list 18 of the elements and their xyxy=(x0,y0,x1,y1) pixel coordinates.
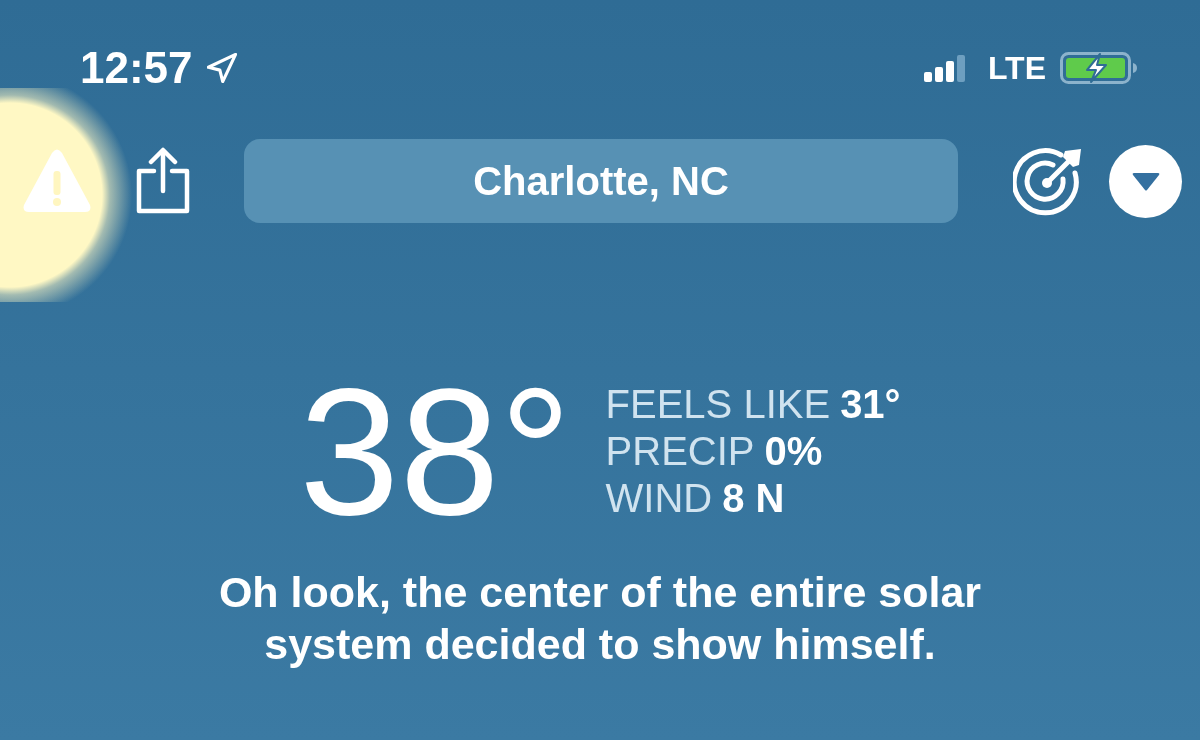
detail-value: 0% xyxy=(764,428,823,475)
battery-icon xyxy=(1060,52,1138,84)
weather-message: Oh look, the center of the entire solar system decided to show himself. xyxy=(217,567,983,670)
share-icon xyxy=(135,147,191,215)
location-button[interactable]: Charlotte, NC xyxy=(244,139,958,223)
detail-label: WIND xyxy=(605,475,713,522)
detail-value: 8 N xyxy=(722,475,785,522)
share-button[interactable] xyxy=(135,147,191,215)
detail-value: 31° xyxy=(840,381,901,428)
location-arrow-icon xyxy=(206,53,237,83)
status-time: 12:57 xyxy=(80,46,193,90)
temperature: 38° xyxy=(299,362,572,542)
caret-down-icon xyxy=(1131,171,1160,191)
warning-icon xyxy=(22,149,92,213)
signal-icon xyxy=(923,54,966,82)
detail-label: FEELS LIKE xyxy=(605,381,831,428)
detail-label: PRECIP xyxy=(605,428,755,475)
network-label: LTE xyxy=(987,52,1046,84)
